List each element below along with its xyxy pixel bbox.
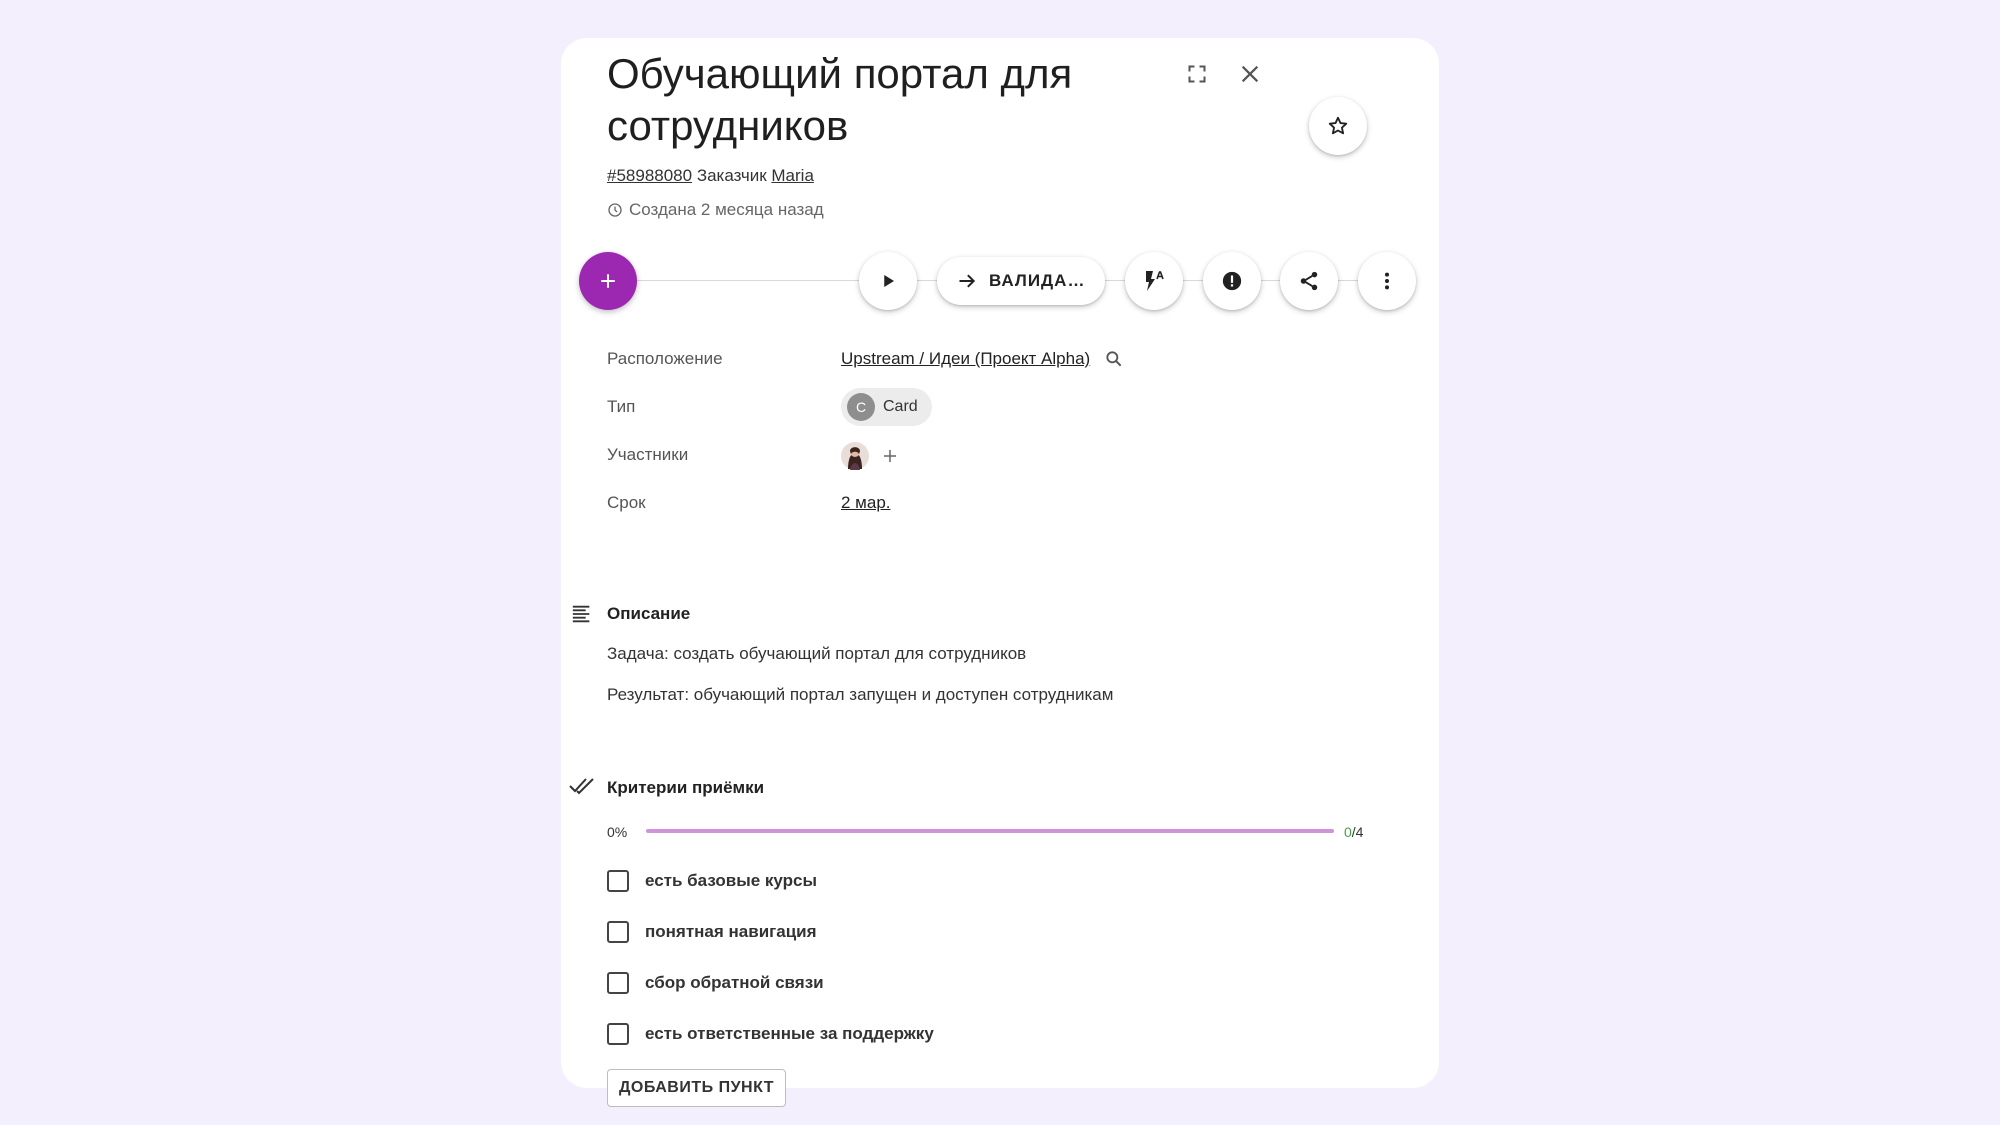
due-label: Срок [607, 493, 646, 512]
add-member-icon[interactable] [881, 447, 899, 465]
checklist-item-label[interactable]: понятная навигация [645, 922, 817, 942]
checklist-heading: Критерии приёмки [607, 778, 765, 797]
checklist-done-count: 0 [1344, 824, 1352, 840]
close-icon [1241, 65, 1259, 83]
share-icon [1300, 271, 1318, 291]
checklist-checkbox[interactable] [607, 972, 629, 994]
card-detail-panel: Обучающий портал для сотрудников #589880… [561, 38, 1439, 1107]
arrow-right-icon [959, 274, 976, 288]
checklist-item-label[interactable]: есть ответственные за поддержку [645, 1024, 934, 1044]
close-button[interactable] [1230, 54, 1270, 94]
add-fab-button[interactable] [579, 252, 637, 310]
move-status-button[interactable]: ВАЛИДА… [937, 257, 1105, 305]
card-meta: #58988080 Заказчик Maria [607, 166, 814, 186]
description-heading: Описание [607, 604, 691, 623]
customer-label: Заказчик [696, 166, 767, 185]
location-link[interactable]: Upstream / Идеи (Проект Alpha) [841, 349, 1090, 369]
type-avatar: C [847, 393, 875, 421]
fullscreen-button[interactable] [1177, 54, 1217, 94]
card-id-link[interactable]: #58988080 [607, 166, 692, 185]
type-label: Тип [607, 397, 636, 416]
add-checklist-item-button[interactable]: ДОБАВИТЬ ПУНКТ [607, 1069, 787, 1107]
checklist-progress-bar [646, 829, 1334, 833]
more-vertical-icon [1384, 272, 1390, 290]
avatar[interactable] [841, 442, 869, 470]
members-field [841, 442, 899, 470]
checklist-item[interactable]: понятная навигация [607, 921, 817, 943]
checklist-counter: 0/4 [1344, 824, 1363, 840]
checklist-item-label[interactable]: есть базовые курсы [645, 871, 817, 891]
play-icon [884, 275, 894, 287]
alert-circle-icon [1222, 271, 1242, 291]
description-line[interactable]: Задача: создать обучающий портал для сот… [607, 644, 1026, 664]
checklist-item[interactable]: сбор обратной связи [607, 972, 824, 994]
card-title[interactable]: Обучающий портал для сотрудников [607, 48, 1167, 152]
checklist-checkbox[interactable] [607, 870, 629, 892]
favorite-button[interactable] [1309, 97, 1367, 155]
search-icon[interactable] [1104, 349, 1124, 369]
created-info: Создана 2 месяца назад [607, 200, 824, 220]
due-date-link[interactable]: 2 мар. [841, 493, 891, 513]
description-line[interactable]: Результат: обучающий портал запущен и до… [607, 685, 1113, 705]
text-lines-icon [572, 605, 590, 623]
status-label: ВАЛИДА… [989, 271, 1086, 290]
checklist-item[interactable]: есть ответственные за поддержку [607, 1023, 934, 1045]
checklist-percent: 0% [607, 824, 628, 840]
automation-button[interactable] [1125, 252, 1183, 310]
plus-icon [601, 274, 615, 288]
location-label: Расположение [607, 349, 723, 368]
checklist-checkbox[interactable] [607, 1023, 629, 1045]
clock-icon [608, 203, 622, 217]
double-check-icon [569, 778, 594, 795]
alert-button[interactable] [1203, 252, 1261, 310]
checklist-item[interactable]: есть базовые курсы [607, 870, 817, 892]
fullscreen-icon [1188, 65, 1206, 83]
location-field: Upstream / Идеи (Проект Alpha) [841, 349, 1124, 369]
type-value: Card [883, 398, 918, 415]
star-outline-icon [1328, 116, 1348, 135]
checklist-item-label[interactable]: сбор обратной связи [645, 973, 824, 993]
type-chip[interactable]: C Card [841, 388, 932, 426]
flash-auto-icon [1146, 271, 1164, 291]
members-label: Участники [607, 445, 689, 464]
created-text: Создана 2 месяца назад [629, 200, 824, 219]
customer-name-link[interactable]: Maria [771, 166, 814, 185]
start-button[interactable] [859, 252, 917, 310]
checklist-checkbox[interactable] [607, 921, 629, 943]
more-button[interactable] [1358, 252, 1416, 310]
checklist-total: /4 [1351, 824, 1364, 840]
share-button[interactable] [1280, 252, 1338, 310]
